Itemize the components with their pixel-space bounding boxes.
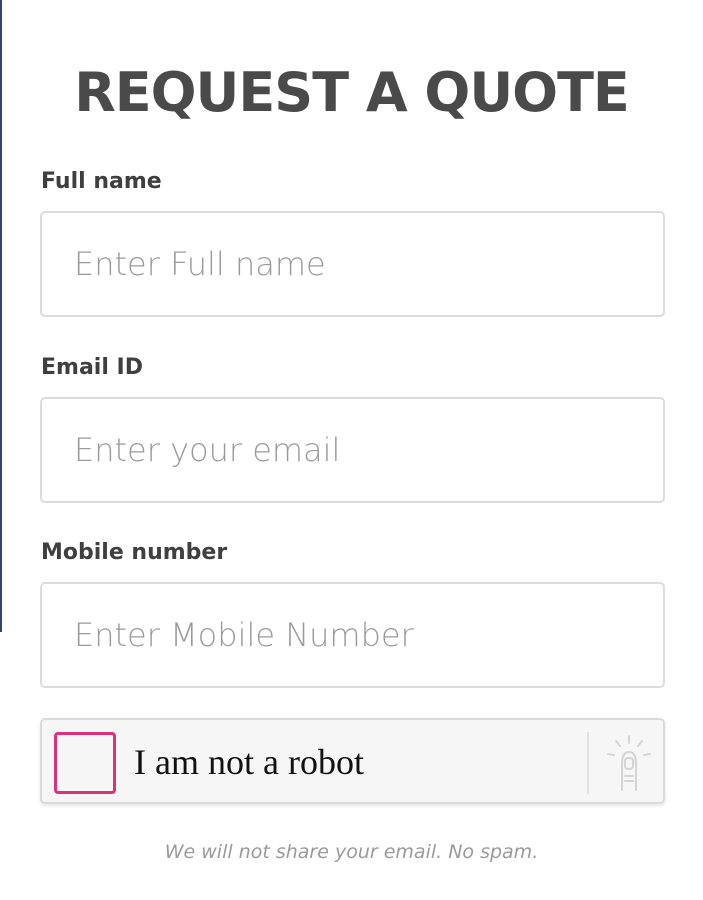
- email-label: Email ID: [41, 355, 143, 380]
- form-title: REQUEST A QUOTE: [74, 61, 630, 124]
- full-name-input[interactable]: [40, 211, 665, 317]
- full-name-label: Full name: [41, 169, 162, 194]
- captcha-label: I am not a robot: [134, 742, 364, 782]
- touch-finger-icon: [607, 735, 651, 791]
- privacy-note: We will not share your email. No spam.: [164, 841, 539, 863]
- captcha-checkbox[interactable]: [54, 732, 116, 794]
- mobile-number-label: Mobile number: [41, 540, 228, 565]
- captcha-divider: [587, 732, 589, 794]
- mobile-number-input[interactable]: [40, 582, 665, 688]
- captcha-widget: I am not a robot: [40, 718, 665, 804]
- email-input[interactable]: [40, 397, 665, 503]
